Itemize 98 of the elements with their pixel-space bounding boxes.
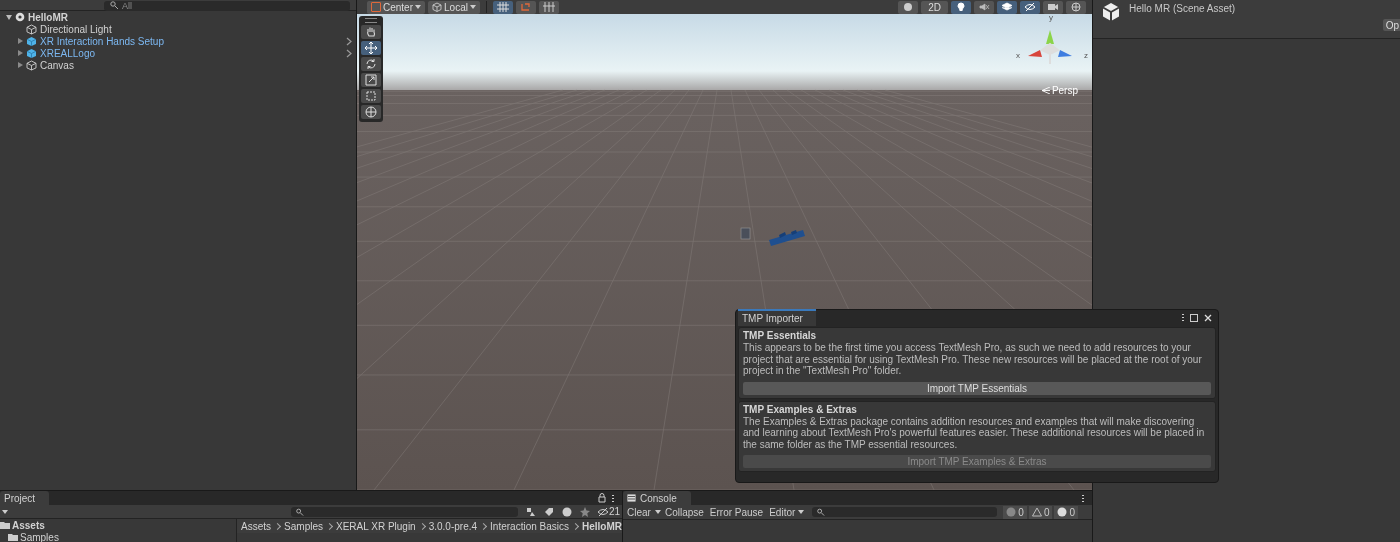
caret-icon: [415, 5, 421, 9]
star-icon[interactable]: [579, 506, 590, 517]
folder-item[interactable]: Assets: [0, 519, 237, 531]
2d-toggle[interactable]: 2D: [921, 0, 948, 14]
search-field[interactable]: [812, 507, 998, 517]
speaker-icon: [978, 2, 990, 12]
hand-tool-button[interactable]: [361, 25, 381, 39]
inspector-title: Hello MR (Scene Asset): [1129, 3, 1236, 14]
search-icon: [817, 508, 826, 516]
increment-toggle[interactable]: [538, 0, 559, 14]
scale-icon: [365, 74, 377, 86]
warning-count-toggle[interactable]: 0: [1028, 505, 1053, 519]
rotate-tool-button[interactable]: [361, 57, 381, 71]
pivot-icon: [371, 2, 381, 12]
breadcrumb-link[interactable]: 3.0.0-pre.4: [428, 520, 478, 532]
tree-item[interactable]: Canvas: [0, 59, 356, 71]
perspective-icon: [1041, 87, 1050, 94]
breadcrumb-link[interactable]: Assets: [241, 520, 272, 532]
import-button[interactable]: Import TMP Essentials: [743, 381, 1211, 395]
breadcrumb-link[interactable]: Interaction Basics: [490, 520, 569, 532]
cube-icon: [432, 2, 442, 12]
transform-icon: [365, 106, 377, 118]
folder-item[interactable]: Samples: [0, 531, 237, 542]
snap-icon: [519, 2, 532, 12]
caret-icon: [798, 510, 805, 514]
create-dropdown-icon[interactable]: [2, 509, 8, 514]
prefab-cube-icon: [26, 47, 37, 59]
axis-label: x: [1016, 52, 1020, 60]
caret-icon: [469, 5, 476, 9]
eye-slash-icon: [597, 507, 608, 516]
grid-icon: [496, 2, 509, 12]
section-description: This appears to be the first time you access TextMesh Pro, as such we need to add resources to your project that are essential for using TextMesh Pro. These new resources will be placed at the root of your project in the "TextMesh Pro" folder.: [743, 342, 1203, 377]
info-count-toggle[interactable]: 0: [1003, 505, 1027, 519]
breadcrumb-link[interactable]: XERAL XR Plugin: [336, 520, 416, 532]
search-icon: [295, 507, 304, 516]
move-tool-button[interactable]: [361, 41, 381, 55]
maximize-icon[interactable]: [1190, 313, 1198, 322]
camera-icon: [1047, 2, 1059, 12]
gizmos-toggle[interactable]: [1066, 0, 1086, 14]
cube-icon: [26, 59, 37, 71]
lock-icon[interactable]: [598, 493, 606, 503]
tree-item[interactable]: XR Interaction Hands Setup: [0, 35, 356, 47]
clear-button[interactable]: Clear: [625, 505, 653, 519]
filter-type-icon[interactable]: [525, 506, 536, 517]
section-title: TMP Examples & Extras: [743, 403, 858, 415]
layers-icon: [1001, 2, 1013, 12]
error-count-toggle[interactable]: 0: [1054, 505, 1078, 519]
shading-toggle[interactable]: [898, 0, 919, 14]
breadcrumb-link[interactable]: Samples: [284, 520, 323, 532]
grid-toggle[interactable]: [492, 0, 513, 14]
section-description: The Examples & Extras package contains addition resources and examples that will make discovering and learning about TextMesh Pro's powerful features easier. These additional resources will be placed in the same folder as the TMP essential resources.: [743, 415, 1206, 450]
expand-arrow-icon[interactable]: [18, 62, 23, 68]
close-icon[interactable]: [1204, 313, 1212, 322]
hidden-count[interactable]: 21: [597, 506, 620, 517]
tree-item[interactable]: HelloMR: [0, 11, 356, 23]
window-tab[interactable]: TMP Importer: [738, 309, 816, 326]
move-arrows-icon: [365, 42, 377, 54]
tree-item[interactable]: XREALLogo: [0, 47, 356, 59]
console-tab[interactable]: Console: [623, 491, 691, 505]
exclamation-icon[interactable]: [561, 506, 572, 517]
collapse-button[interactable]: Collapse: [662, 505, 706, 519]
hidden-toggle[interactable]: [1020, 0, 1040, 14]
rotate-icon: [365, 58, 377, 70]
light-bulb-icon: [955, 2, 967, 12]
open-button[interactable]: Op: [1382, 19, 1400, 31]
search-field[interactable]: [290, 506, 518, 517]
scale-tool-button[interactable]: [361, 73, 381, 87]
prefab-cube-icon: [26, 35, 37, 47]
cube-icon: [26, 23, 37, 35]
pivot-dropdown[interactable]: Center: [367, 0, 425, 14]
sphere-icon: [902, 2, 915, 12]
breadcrumb-link[interactable]: HelloMR: [582, 520, 622, 532]
rect-icon: [365, 90, 377, 102]
editor-dropdown[interactable]: Editor: [767, 505, 807, 519]
tree-item[interactable]: Directional Light: [0, 23, 356, 35]
lighting-toggle[interactable]: [951, 0, 971, 14]
speech-bubble-icon: [1006, 507, 1017, 517]
project-tab[interactable]: Project: [0, 491, 50, 505]
search-field[interactable]: All: [104, 1, 350, 11]
increment-icon: [542, 2, 555, 12]
warning-icon: [1031, 507, 1042, 517]
axis-label: z: [1084, 52, 1088, 60]
audio-toggle[interactable]: [974, 0, 994, 14]
snap-toggle[interactable]: [515, 0, 536, 14]
list-icon: [627, 494, 636, 502]
error-pause-button[interactable]: Error Pause: [707, 505, 766, 519]
effects-toggle[interactable]: [997, 0, 1017, 14]
rect-tool-button[interactable]: [361, 89, 381, 103]
hand-icon: [365, 26, 377, 38]
error-icon: [1057, 507, 1068, 517]
transform-tool-button[interactable]: [361, 105, 381, 119]
projection-toggle[interactable]: Persp: [1041, 85, 1078, 96]
space-dropdown[interactable]: Local: [428, 0, 480, 14]
axis-label: y: [1049, 14, 1053, 22]
camera-toggle[interactable]: [1043, 0, 1063, 14]
eye-slash-icon: [1024, 2, 1036, 12]
section-title: TMP Essentials: [743, 330, 818, 341]
scene-icon: [15, 12, 25, 22]
